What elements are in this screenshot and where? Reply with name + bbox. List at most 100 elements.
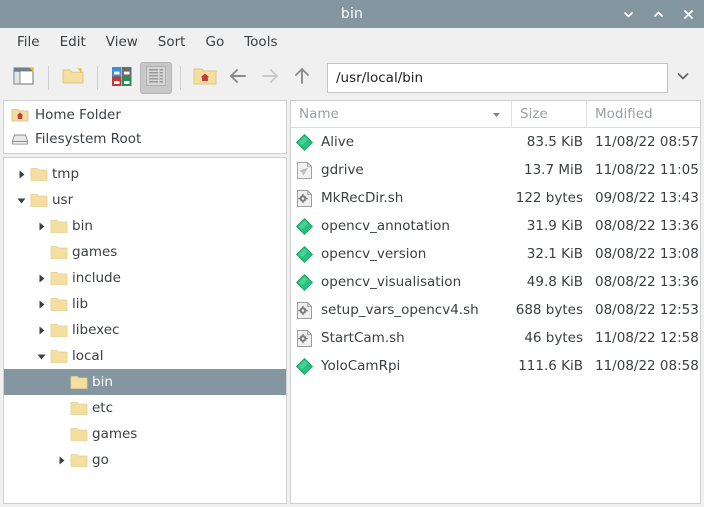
tree-item-bin[interactable]: bin — [4, 213, 286, 239]
home-folder-icon — [10, 106, 29, 125]
twisty-collapsed-icon[interactable] — [12, 161, 30, 187]
binary-executable-icon — [295, 245, 314, 264]
icon-view-icon — [110, 65, 134, 91]
column-header-modified[interactable]: Modified — [586, 101, 700, 127]
window-controls — [620, 0, 696, 28]
file-size-label: 111.6 KiB — [518, 358, 583, 374]
file-row[interactable]: gdrive 13.7 MiB 11/08/22 11:05 — [291, 156, 700, 184]
tree-item-libexec[interactable]: libexec — [4, 317, 286, 343]
tree-item-label: include — [72, 270, 121, 286]
file-row[interactable]: StartCam.sh 46 bytes 11/08/22 12:58 — [291, 324, 700, 352]
column-header-size[interactable]: Size — [511, 101, 586, 127]
folder-icon — [30, 167, 48, 182]
column-header-name[interactable]: Name — [291, 101, 511, 127]
twisty-expanded-icon[interactable] — [32, 343, 50, 369]
twisty-collapsed-icon[interactable] — [32, 291, 50, 317]
tree-item-include[interactable]: include — [4, 265, 286, 291]
folder-icon — [70, 375, 88, 390]
file-row[interactable]: opencv_visualisation 49.8 KiB 08/08/22 13:… — [291, 268, 700, 296]
bookmark-filesystem-root[interactable]: Filesystem Root — [4, 127, 286, 151]
file-modified-label: 08/08/22 13:36 — [595, 274, 699, 290]
toolbar: /usr/local/bin — [0, 56, 704, 100]
close-button[interactable] — [680, 6, 696, 22]
twisty-collapsed-icon[interactable] — [32, 265, 50, 291]
menu-sort[interactable]: Sort — [149, 30, 195, 54]
icon-view-button[interactable] — [106, 62, 138, 94]
twisty-collapsed-icon[interactable] — [32, 317, 50, 343]
sidebar-icon — [12, 65, 36, 91]
tree-item-lib[interactable]: lib — [4, 291, 286, 317]
bookmark-home-folder[interactable]: Home Folder — [4, 103, 286, 127]
tree-item-usr[interactable]: usr — [4, 187, 286, 213]
file-size-label: 83.5 KiB — [526, 134, 583, 150]
folder-tree[interactable]: tmp usr bin games include lib libexec local bin e… — [3, 157, 287, 504]
minimize-button[interactable] — [620, 6, 636, 22]
binary-executable-icon — [295, 273, 314, 292]
file-row[interactable]: opencv_version 32.1 KiB 08/08/22 13:08 — [291, 240, 700, 268]
file-modified-label: 08/08/22 13:36 — [595, 218, 699, 234]
folder-icon — [70, 427, 88, 442]
tree-item-label: libexec — [72, 322, 120, 338]
file-size-label: 46 bytes — [524, 330, 583, 346]
file-row[interactable]: opencv_annotation 31.9 KiB 08/08/22 13:36 — [291, 212, 700, 240]
maximize-button[interactable] — [650, 6, 666, 22]
menu-view[interactable]: View — [97, 30, 147, 54]
home-button[interactable] — [189, 62, 221, 94]
toolbar-separator-2 — [97, 66, 98, 90]
binary-executable-icon — [295, 133, 314, 152]
new-folder-button[interactable] — [57, 62, 89, 94]
bookmarks-panel: Home Folder Filesystem Root — [3, 100, 287, 154]
file-name-cell: MkRecDir.sh — [291, 189, 511, 208]
folder-icon — [50, 323, 68, 338]
forward-button[interactable] — [255, 62, 285, 94]
path-input[interactable]: /usr/local/bin — [327, 63, 668, 93]
file-modified-label: 08/08/22 12:53 — [595, 302, 699, 318]
title-bar: bin — [0, 0, 704, 28]
file-name-cell: Alive — [291, 133, 511, 152]
tree-item-games[interactable]: games — [4, 239, 286, 265]
file-manager-window: bin File Edit View Sort Go Tools /usr/lo… — [0, 0, 704, 507]
file-name-cell: StartCam.sh — [291, 329, 511, 348]
toggle-sidebar-button[interactable] — [8, 62, 40, 94]
twisty-expanded-icon[interactable] — [12, 187, 30, 213]
file-row[interactable]: setup_vars_opencv4.sh 688 bytes 08/08/22 1… — [291, 296, 700, 324]
file-size-label: 122 bytes — [515, 190, 583, 206]
file-name-label: Alive — [321, 134, 355, 150]
home-folder-icon — [192, 65, 218, 91]
tree-item-games[interactable]: games — [4, 421, 286, 447]
twisty-placeholder — [52, 395, 70, 421]
tree-item-label: lib — [72, 296, 89, 312]
file-modified-label: 11/08/22 11:05 — [595, 162, 699, 178]
folder-icon — [70, 453, 88, 468]
tree-item-go[interactable]: go — [4, 447, 286, 473]
tree-item-label: usr — [52, 192, 74, 208]
left-pane: Home Folder Filesystem Root tmp usr bin gam… — [3, 100, 287, 504]
twisty-collapsed-icon[interactable] — [32, 213, 50, 239]
back-button[interactable] — [223, 62, 253, 94]
up-button[interactable] — [287, 62, 317, 94]
menu-go[interactable]: Go — [196, 30, 233, 54]
tree-item-bin[interactable]: bin — [4, 369, 286, 395]
tree-item-etc[interactable]: etc — [4, 395, 286, 421]
tree-item-local[interactable]: local — [4, 343, 286, 369]
file-row[interactable]: MkRecDir.sh 122 bytes 09/08/22 13:43 — [291, 184, 700, 212]
detailed-list-view-button[interactable] — [140, 62, 172, 94]
file-modified-label: 11/08/22 12:58 — [595, 330, 699, 346]
menu-file[interactable]: File — [8, 30, 49, 54]
file-modified-label: 08/08/22 13:08 — [595, 246, 699, 262]
twisty-collapsed-icon[interactable] — [52, 447, 70, 473]
column-header-modified-label: Modified — [595, 106, 653, 122]
menu-tools[interactable]: Tools — [235, 30, 286, 54]
arrow-right-icon — [258, 65, 282, 91]
file-row[interactable]: Alive 83.5 KiB 11/08/22 08:57 — [291, 128, 700, 156]
path-dropdown-button[interactable] — [670, 62, 696, 94]
tree-item-label: bin — [92, 374, 113, 390]
column-header-name-label: Name — [299, 106, 339, 122]
file-row[interactable]: YoloCamRpi 111.6 KiB 11/08/22 08:58 — [291, 352, 700, 380]
menu-edit[interactable]: Edit — [51, 30, 95, 54]
file-size-label: 49.8 KiB — [526, 274, 583, 290]
file-size-label: 688 bytes — [515, 302, 583, 318]
tree-item-tmp[interactable]: tmp — [4, 161, 286, 187]
folder-icon — [50, 245, 68, 260]
tree-item-label: games — [72, 244, 118, 260]
